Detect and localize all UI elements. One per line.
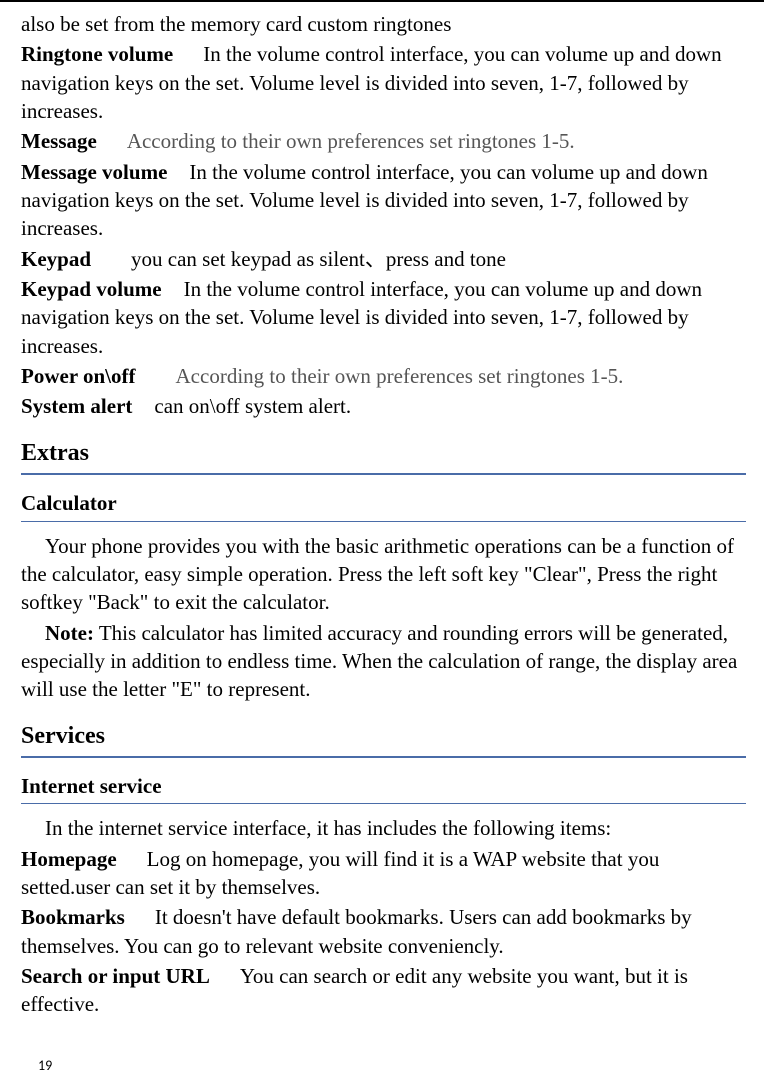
- services-rule: [21, 756, 746, 758]
- keypad-text: you can set keypad as silent、press and t…: [131, 247, 506, 271]
- calculator-note-text: This calculator has limited accuracy and…: [21, 621, 737, 702]
- bookmarks-label: Bookmarks: [21, 905, 125, 929]
- internet-heading: Internet service: [21, 772, 746, 800]
- calculator-rule: [21, 521, 746, 522]
- power-item: Power on\off According to their own prefe…: [21, 362, 746, 390]
- search-item: Search or input URLYou can search or edi…: [21, 962, 746, 1019]
- keypad-label: Keypad: [21, 247, 91, 271]
- keypad-item: Keypad you can set keypad as silent、press…: [21, 245, 746, 273]
- system-alert-label: System alert: [21, 394, 132, 418]
- internet-rule: [21, 803, 746, 804]
- calculator-heading: Calculator: [21, 489, 746, 517]
- system-alert-text: can on\off system alert.: [154, 394, 351, 418]
- internet-intro: In the internet service interface, it ha…: [21, 814, 746, 842]
- calculator-para1: Your phone provides you with the basic a…: [21, 532, 746, 617]
- message-volume-item: Message volumeIn the volume control inte…: [21, 158, 746, 243]
- extras-rule: [21, 473, 746, 475]
- bookmarks-item: BookmarksIt doesn't have default bookmar…: [21, 903, 746, 960]
- page-number: 19: [38, 1057, 52, 1076]
- power-label: Power on\off: [21, 364, 136, 388]
- ringtone-volume-label: Ringtone volume: [21, 42, 173, 66]
- system-alert-item: System alert can on\off system alert.: [21, 392, 746, 420]
- homepage-item: HomepageLog on homepage, you will find i…: [21, 845, 746, 902]
- ringtone-volume-item: Ringtone volumeIn the volume control int…: [21, 40, 746, 125]
- homepage-label: Homepage: [21, 847, 117, 871]
- calculator-note: Note: This calculator has limited accura…: [21, 619, 746, 704]
- message-label: Message: [21, 129, 97, 153]
- extras-heading: Extras: [21, 437, 746, 469]
- message-item: Message According to their own preference…: [21, 127, 746, 155]
- message-text: According to their own preferences set r…: [127, 129, 575, 153]
- services-heading: Services: [21, 720, 746, 752]
- search-label: Search or input URL: [21, 964, 210, 988]
- power-text: According to their own preferences set r…: [176, 364, 624, 388]
- keypad-volume-label: Keypad volume: [21, 277, 162, 301]
- keypad-volume-item: Keypad volumeIn the volume control inter…: [21, 275, 746, 360]
- calculator-note-label: Note:: [45, 621, 94, 645]
- message-volume-label: Message volume: [21, 160, 167, 184]
- intro-line: also be set from the memory card custom …: [21, 10, 746, 38]
